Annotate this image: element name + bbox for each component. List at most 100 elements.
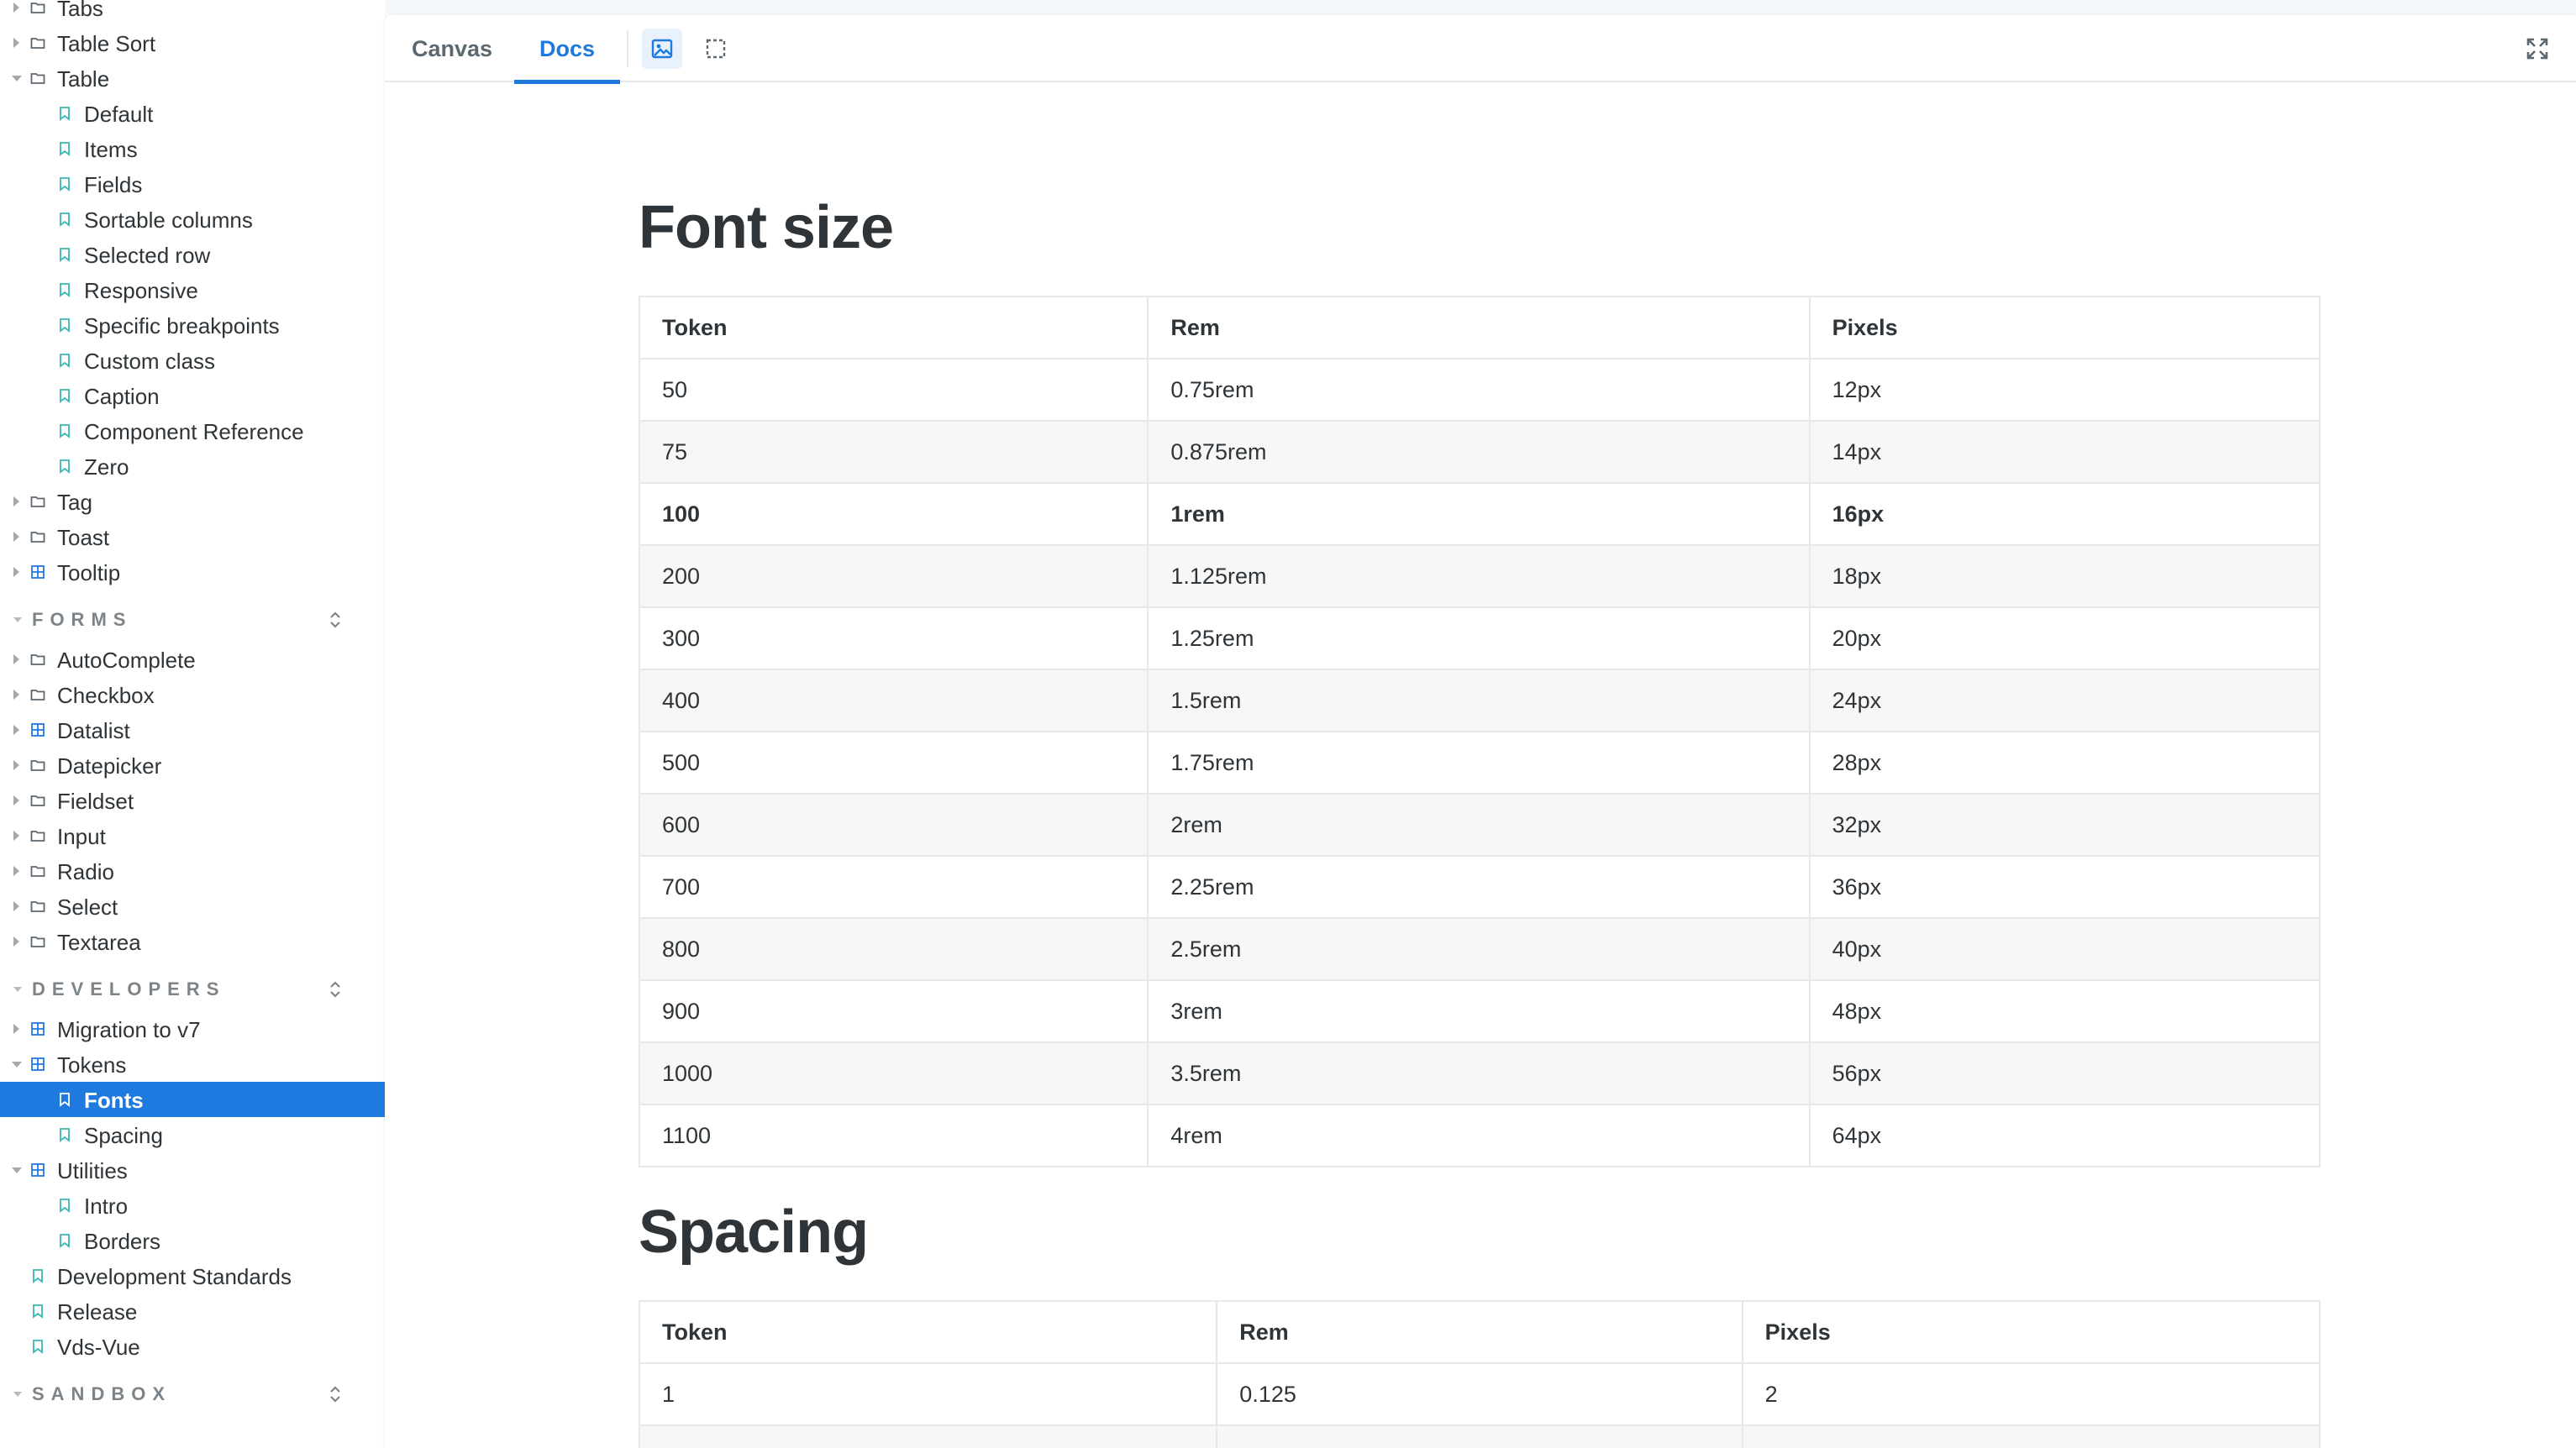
sidebar-item-tokens[interactable]: Tokens — [0, 1047, 385, 1082]
sidebar-item-toast[interactable]: Toast — [0, 519, 385, 554]
sidebar-item-items[interactable]: Items — [0, 131, 385, 166]
sidebar-section-forms[interactable]: FORMS — [0, 603, 385, 637]
sidebar-item-release[interactable]: Release — [0, 1293, 385, 1329]
sidebar-item-label: Datepicker — [57, 753, 162, 779]
sidebar-item-autocomplete[interactable]: AutoComplete — [0, 642, 385, 677]
table-cell: 1rem — [1147, 482, 1811, 546]
collapse-caret-icon — [13, 1392, 22, 1397]
chevron-down-icon — [12, 1062, 22, 1068]
table-cell: 56px — [1808, 1041, 2321, 1105]
expand-collapse-icon[interactable] — [326, 978, 344, 1001]
sidebar-item-radio[interactable]: Radio — [0, 853, 385, 889]
table-cell: 3rem — [1147, 979, 1811, 1043]
sidebar-item-custom-class[interactable]: Custom class — [0, 343, 385, 378]
sidebar-item-datepicker[interactable]: Datepicker — [0, 748, 385, 783]
sidebar-item-responsive[interactable]: Responsive — [0, 272, 385, 307]
table-cell: 16px — [1808, 482, 2321, 546]
chevron-right-icon — [13, 38, 19, 48]
sidebar-item-migration-to-v7[interactable]: Migration to v7 — [0, 1011, 385, 1047]
sidebar-item-caption[interactable]: Caption — [0, 378, 385, 413]
image-icon — [651, 39, 673, 59]
table-cell: 50 — [638, 358, 1149, 422]
table-cell: 48px — [1808, 979, 2321, 1043]
sidebar-item-checkbox[interactable]: Checkbox — [0, 677, 385, 712]
outline-tool-button[interactable] — [696, 29, 736, 69]
component-icon — [31, 1022, 45, 1036]
sidebar-item-label: Tokens — [57, 1052, 127, 1078]
sidebar-item-label: Toast — [57, 525, 110, 550]
sidebar-item-fonts[interactable]: Fonts — [0, 1082, 385, 1117]
table-row: 1100 4rem 64px — [638, 1104, 2321, 1167]
chevron-right-icon — [13, 725, 19, 735]
spacing-table: Token Rem Pixels 1 0.125 2 — [638, 1300, 2321, 1448]
sidebar-item-label: Input — [57, 824, 106, 849]
sidebar-item-table[interactable]: Table — [0, 60, 385, 96]
sidebar-item-vds-vue[interactable]: Vds-Vue — [0, 1329, 385, 1364]
expand-collapse-icon[interactable] — [326, 608, 344, 632]
sidebar-item-label: Select — [57, 895, 118, 920]
table-cell: 24px — [1808, 669, 2321, 732]
sidebar-section-sandbox[interactable]: SANDBOX — [0, 1377, 385, 1411]
chevron-down-icon — [12, 1167, 22, 1173]
sidebar-item-label: Fonts — [84, 1088, 144, 1113]
sidebar-item-default[interactable]: Default — [0, 96, 385, 131]
table-row: 700 2.25rem 36px — [638, 855, 2321, 919]
chevron-right-icon — [13, 1024, 19, 1034]
sidebar-item-label: Release — [57, 1299, 138, 1325]
table-row: 900 3rem 48px — [638, 979, 2321, 1043]
table-row: 100 1rem 16px — [638, 482, 2321, 546]
sidebar-item-intro[interactable]: Intro — [0, 1188, 385, 1223]
sidebar-item-label: Zero — [84, 454, 129, 480]
table-row: 800 2.5rem 40px — [638, 917, 2321, 981]
sidebar-item-component-reference[interactable]: Component Reference — [0, 413, 385, 449]
table-cell: 2.25rem — [1147, 855, 1811, 919]
tab-docs[interactable]: Docs — [514, 15, 620, 84]
folder-icon — [30, 760, 45, 771]
tab-canvas[interactable]: Canvas — [385, 15, 519, 82]
sidebar-item-development-standards[interactable]: Development Standards — [0, 1258, 385, 1293]
component-icon — [31, 565, 45, 579]
sidebar-item-utilities[interactable]: Utilities — [0, 1152, 385, 1188]
table-cell: 200 — [638, 544, 1149, 608]
chevron-right-icon — [13, 567, 19, 577]
sidebar-item-borders[interactable]: Borders — [0, 1223, 385, 1258]
sidebar-item-label: Table Sort — [57, 31, 156, 56]
sidebar-item-label: Tag — [57, 490, 92, 515]
sidebar-item-label: Datalist — [57, 718, 130, 743]
section-title: FORMS — [32, 609, 133, 630]
bookmark-icon — [60, 283, 70, 297]
table-cell: 900 — [638, 979, 1149, 1043]
sidebar-item-tabs[interactable]: Tabs — [0, 0, 385, 25]
sidebar-item-input[interactable]: Input — [0, 818, 385, 853]
sidebar-item-label: Development Standards — [57, 1264, 292, 1289]
tab-canvas-label: Canvas — [411, 35, 493, 61]
table-cell: 600 — [638, 793, 1149, 857]
sidebar-item-select[interactable]: Select — [0, 889, 385, 924]
sidebar-item-tag[interactable]: Tag — [0, 484, 385, 519]
sidebar-item-sortable-columns[interactable]: Sortable columns — [0, 202, 385, 237]
sidebar-item-fields[interactable]: Fields — [0, 166, 385, 202]
folder-icon — [30, 3, 45, 13]
sidebar-section-developers[interactable]: DEVELOPERS — [0, 973, 385, 1006]
sidebar-item-textarea[interactable]: Textarea — [0, 924, 385, 959]
sidebar-item-specific-breakpoints[interactable]: Specific breakpoints — [0, 307, 385, 343]
chevron-right-icon — [13, 936, 19, 947]
table-cell: 1.125rem — [1147, 544, 1811, 608]
sidebar-item-table-sort[interactable]: Table Sort — [0, 25, 385, 60]
table-header-row: Token Rem Pixels — [638, 1300, 2321, 1364]
image-tool-button[interactable] — [642, 29, 682, 69]
sidebar-item-selected-row[interactable]: Selected row — [0, 237, 385, 272]
sidebar-item-tooltip[interactable]: Tooltip — [0, 554, 385, 590]
table-cell: 18px — [1808, 544, 2321, 608]
expand-collapse-icon[interactable] — [326, 1382, 344, 1406]
fullscreen-button[interactable] — [2524, 35, 2551, 62]
sidebar-item-fieldset[interactable]: Fieldset — [0, 783, 385, 818]
sidebar-item-spacing[interactable]: Spacing — [0, 1117, 385, 1152]
sidebar-item-zero[interactable]: Zero — [0, 449, 385, 484]
column-header: Token — [638, 296, 1149, 359]
component-icon — [31, 723, 45, 737]
sidebar-item-label: Specific breakpoints — [84, 313, 280, 338]
sidebar-item-datalist[interactable]: Datalist — [0, 712, 385, 748]
bookmark-icon — [60, 1234, 70, 1248]
collapse-caret-icon — [13, 617, 22, 622]
